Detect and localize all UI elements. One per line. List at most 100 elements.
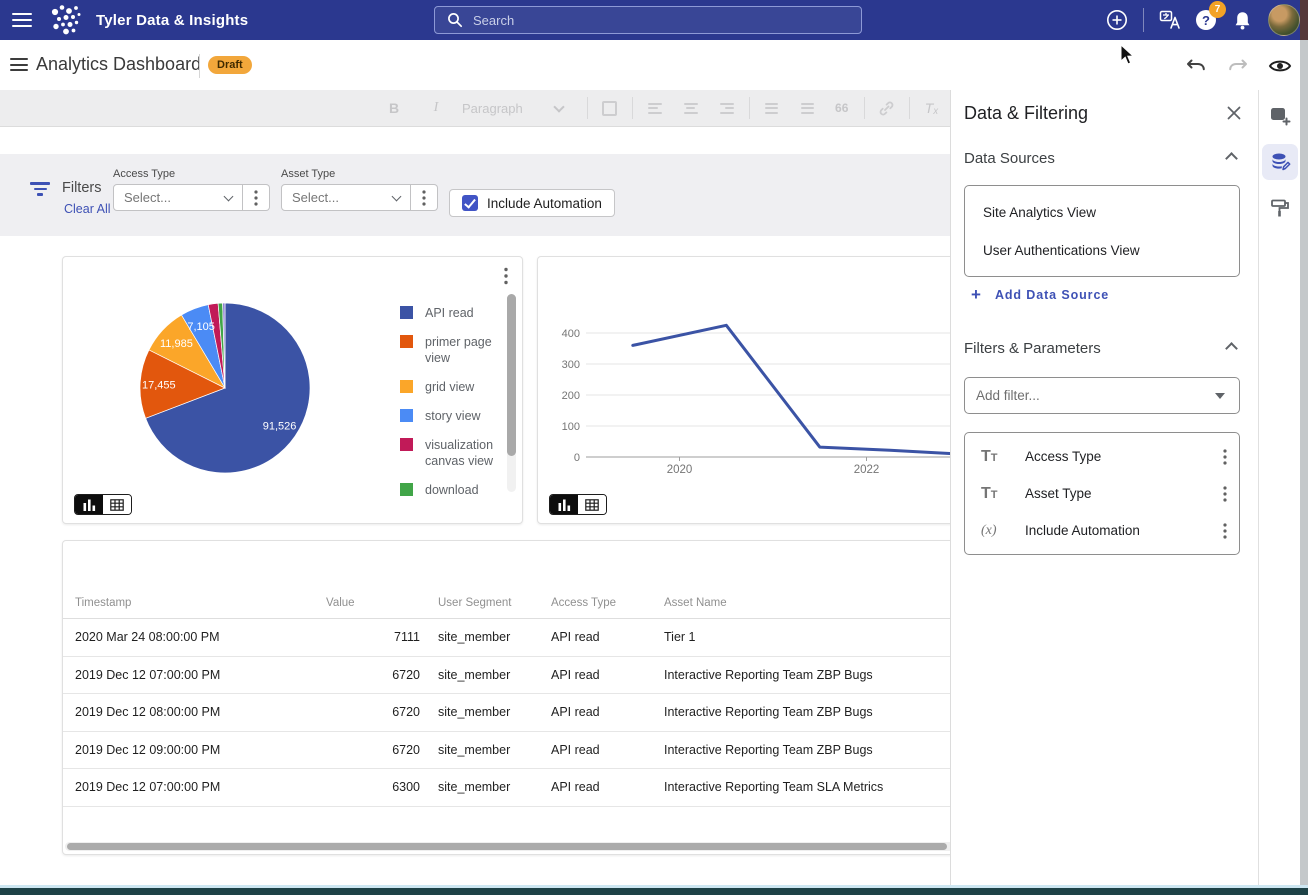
view-toggle — [74, 494, 132, 515]
legend-item[interactable]: story view — [400, 408, 506, 424]
tyler-logo — [48, 3, 84, 37]
table-cell: 6720 — [392, 742, 420, 757]
menu-icon[interactable] — [12, 13, 32, 27]
help-icon[interactable]: ? 7 — [1196, 1, 1226, 30]
filter-param-row[interactable]: TT Access Type — [965, 438, 1239, 475]
table-cell: 6720 — [392, 667, 420, 682]
table-cell: site_member — [438, 705, 511, 720]
legend-item[interactable]: download — [400, 482, 506, 498]
x-tick-label: 2022 — [854, 464, 880, 476]
bulleted-list-icon — [796, 96, 820, 120]
table-cell: API read — [551, 742, 600, 757]
add-data-source-button[interactable]: + Add Data Source — [971, 286, 1109, 303]
preview-eye-icon[interactable] — [1268, 54, 1292, 78]
blockquote-icon: 66 — [835, 101, 849, 115]
collapse-chevron-up-icon[interactable] — [1225, 342, 1238, 355]
chevron-down-icon — [391, 191, 402, 201]
table-cell: 2019 Dec 12 07:00:00 PM — [75, 780, 221, 795]
pie-chart: 91,526 17,455 11,985 7,105 — [139, 302, 311, 474]
kebab-menu-icon[interactable] — [1223, 522, 1227, 539]
add-circle-icon[interactable] — [1105, 8, 1129, 32]
status-badge: Draft — [208, 56, 252, 74]
redo-icon — [1226, 54, 1250, 78]
filter-param-label: Include Automation — [1025, 523, 1140, 538]
search-input[interactable] — [473, 12, 861, 28]
column-header[interactable]: User Segment — [426, 597, 539, 609]
add-filter-dropdown[interactable]: Add filter... — [964, 377, 1240, 414]
close-icon[interactable] — [1226, 105, 1242, 121]
checkbox-label: Include Automation — [487, 195, 602, 211]
notifications-bell-icon[interactable] — [1230, 8, 1254, 32]
search-icon — [447, 12, 463, 28]
add-card-icon[interactable] — [1262, 98, 1298, 134]
table-cell: 2019 Dec 12 09:00:00 PM — [75, 742, 221, 757]
numbered-list-icon — [760, 96, 784, 120]
table-cell: site_member — [438, 667, 511, 682]
filter-param-label: Access Type — [1025, 449, 1102, 464]
filter-param-row[interactable]: TT Asset Type — [965, 475, 1239, 512]
data-sources-icon[interactable] — [1261, 144, 1298, 180]
table-view-icon[interactable] — [103, 495, 131, 514]
y-tick-label: 0 — [574, 452, 580, 464]
data-filtering-panel: Data & Filtering Data Sources Site Analy… — [950, 90, 1258, 888]
translate-icon[interactable] — [1158, 8, 1182, 32]
table-view-icon[interactable] — [578, 495, 606, 514]
bar-chart-view-icon[interactable] — [550, 495, 578, 514]
dashboard-menu-icon[interactable] — [10, 58, 28, 71]
field-label: Asset Type — [281, 168, 336, 180]
kebab-menu-icon[interactable] — [243, 184, 270, 211]
legend-item[interactable]: grid view — [400, 379, 506, 395]
collapse-chevron-up-icon[interactable] — [1225, 152, 1238, 165]
include-automation-checkbox[interactable]: Include Automation — [449, 189, 615, 217]
text-type-icon: TT — [981, 447, 998, 465]
legend-label: story view — [425, 409, 481, 423]
select-dropdown[interactable]: Select... — [113, 184, 243, 211]
select-dropdown[interactable]: Select... — [281, 184, 411, 211]
text-type-icon: TT — [981, 484, 998, 502]
editor-rail — [1258, 90, 1300, 888]
plus-icon: + — [971, 285, 981, 304]
clear-all-link[interactable]: Clear All — [64, 202, 111, 216]
filter-param-label: Asset Type — [1025, 486, 1092, 501]
legend-swatch — [400, 380, 413, 393]
kebab-menu-icon[interactable] — [1223, 485, 1227, 502]
legend-item[interactable]: primer page view — [400, 334, 506, 366]
bar-chart-view-icon[interactable] — [75, 495, 103, 514]
table-cell: 6720 — [392, 705, 420, 720]
bold-icon: B — [388, 100, 400, 116]
paragraph-select: Paragraph — [462, 100, 523, 116]
title-divider — [199, 54, 200, 78]
legend-scrollbar[interactable] — [507, 294, 516, 492]
top-navbar: Tyler Data & Insights ? — [0, 0, 1308, 40]
view-toggle — [549, 494, 607, 515]
data-source-item[interactable]: Site Analytics View — [965, 193, 1239, 231]
global-search[interactable] — [434, 6, 862, 34]
column-header[interactable]: Timestamp — [63, 597, 314, 609]
legend-label: primer page view — [425, 335, 492, 365]
clear-formatting-icon: Tₓ — [924, 100, 939, 116]
filter-param-row[interactable]: (x) Include Automation — [965, 512, 1239, 549]
insert-box-icon — [598, 96, 622, 120]
undo-icon[interactable] — [1184, 54, 1208, 78]
pie-legend: API read primer page view grid view story v… — [400, 305, 506, 498]
data-source-item[interactable]: User Authentications View — [965, 231, 1239, 269]
column-header[interactable]: Access Type — [539, 597, 652, 609]
italic-icon: I — [433, 100, 439, 115]
app-title: Tyler Data & Insights — [96, 11, 249, 29]
style-paint-roller-icon[interactable] — [1262, 190, 1298, 226]
kebab-menu-icon[interactable] — [1223, 448, 1227, 465]
filter-field-access-type: Access Type Select... — [113, 168, 270, 211]
kebab-menu-icon[interactable] — [411, 184, 438, 211]
dashboard-header: Analytics Dashboard Draft — [0, 40, 1308, 90]
y-tick-label: 200 — [562, 390, 580, 402]
pie-value-label: 17,455 — [142, 380, 176, 392]
table-cell: API read — [551, 630, 600, 645]
filters-label: Filters — [62, 180, 102, 196]
kebab-menu-icon[interactable] — [504, 267, 508, 285]
pie-chart-widget: 91,526 17,455 11,985 7,105 API read primer p… — [62, 256, 523, 524]
legend-swatch — [400, 438, 413, 451]
legend-item[interactable]: API read — [400, 305, 506, 321]
legend-item[interactable]: visualization canvas view — [400, 437, 506, 469]
user-avatar[interactable] — [1268, 4, 1300, 36]
column-header[interactable]: Value — [314, 597, 426, 609]
